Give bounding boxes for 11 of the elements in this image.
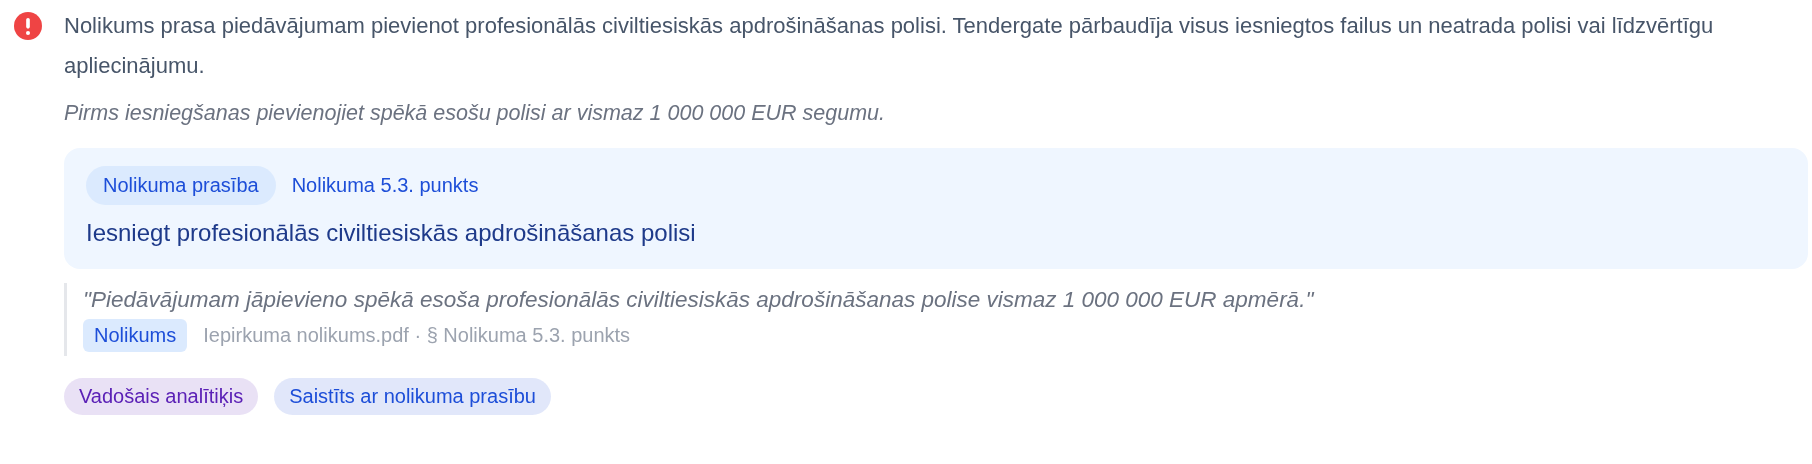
requirement-reference: Nolikuma 5.3. punkts (291, 174, 479, 197)
tag: Vadošais analītiķis (64, 378, 259, 415)
requirement-text: Iesniegt profesionālās civiltiesiskās apdrošināšanas polisi (86, 219, 697, 247)
source-reference: Iepirkuma nolikums.pdf · § Nolikuma 5.3. punkts (203, 324, 631, 347)
error-icon (14, 12, 42, 40)
finding-message: Nolikums prasa piedāvājumam pievienot profesionālās civiltiesiskās apdrošināšanas polisi. Tendergate pārbaudīja visus iesniegtos failus un neatrada polisi vai līdzvērtīgu apliecinājumu. (64, 12, 1715, 80)
quote-text: "Piedāvājumam jāpievieno spēkā esoša profesionālās civiltiesiskās apdrošināšanas polise vismaz 1 000 000 EUR apmērā." (83, 287, 1316, 313)
recommendation-text: Pirms iesniegšanas pievienojiet spēkā esošu polisi ar vismaz 1 000 000 EUR segumu. (64, 100, 886, 127)
tag: Saistīts ar nolikuma prasību (274, 378, 551, 415)
source-badge: Nolikums (83, 319, 188, 352)
requirement-badge: Nolikuma prasība (86, 166, 276, 205)
